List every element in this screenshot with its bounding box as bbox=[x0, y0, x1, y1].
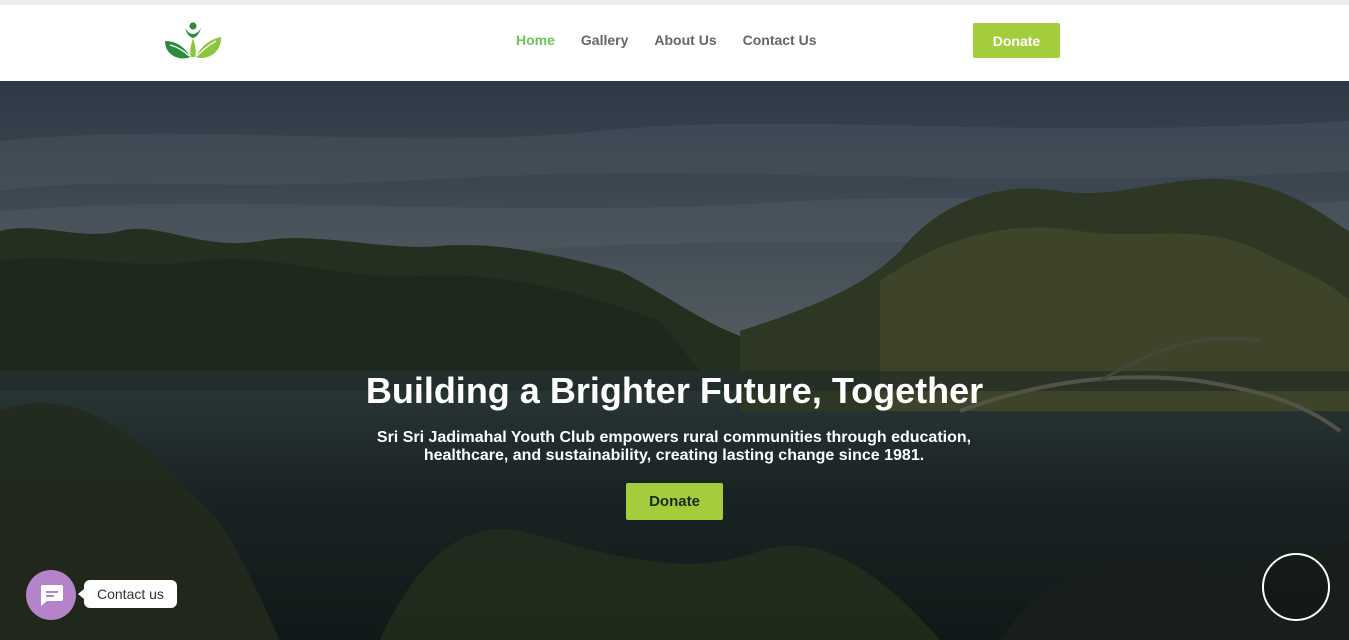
nav-link-contact-us[interactable]: Contact Us bbox=[730, 32, 830, 52]
hero-title: Building a Brighter Future, Together bbox=[365, 370, 984, 411]
site-logo[interactable] bbox=[162, 19, 224, 63]
hero-subtitle: Sri Sri Jadimahal Youth Club empowers ru… bbox=[376, 429, 972, 464]
hero-donate-button[interactable]: Donate bbox=[626, 483, 723, 520]
hero-dark-overlay bbox=[0, 81, 1349, 640]
nav-donate-button[interactable]: Donate bbox=[973, 23, 1060, 58]
nav-link-about-us[interactable]: About Us bbox=[641, 32, 729, 52]
leaf-person-logo-icon bbox=[165, 22, 222, 59]
chat-icon bbox=[41, 585, 63, 606]
scroll-top-button[interactable] bbox=[1262, 553, 1330, 621]
nav-link-home[interactable]: Home bbox=[503, 32, 568, 52]
navbar: Home Gallery About Us Contact Us Donate bbox=[0, 5, 1349, 81]
chat-widget-label[interactable]: Contact us bbox=[78, 580, 177, 608]
hero-section: Building a Brighter Future, Together Sri… bbox=[0, 81, 1349, 640]
nav-link-gallery[interactable]: Gallery bbox=[568, 32, 641, 52]
chat-widget-button[interactable] bbox=[26, 570, 76, 620]
main-nav: Home Gallery About Us Contact Us bbox=[503, 32, 830, 52]
